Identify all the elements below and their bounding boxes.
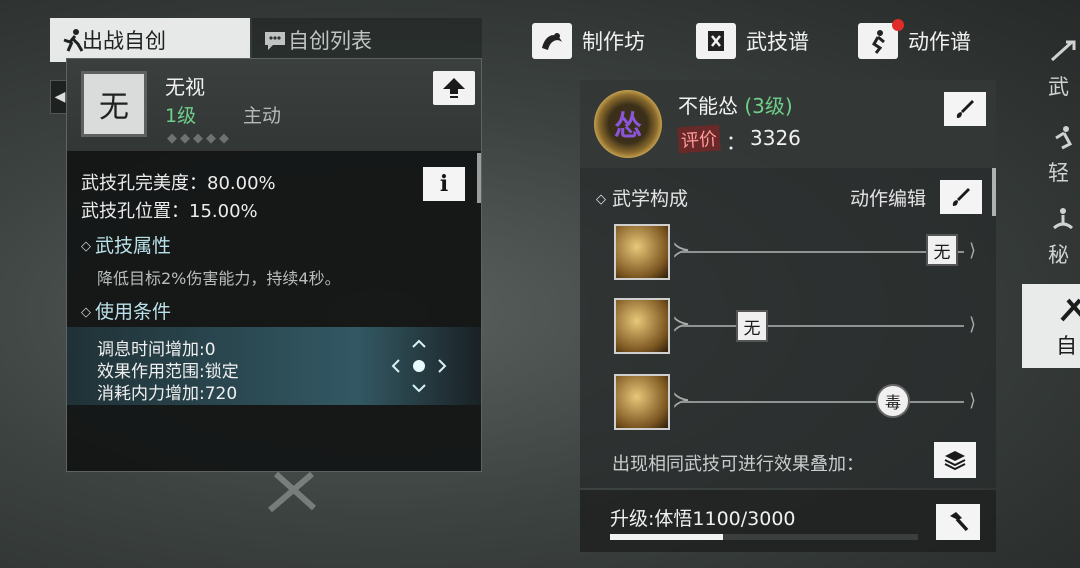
side-tab-zi[interactable]: 自 bbox=[1022, 284, 1080, 368]
info-icon: i bbox=[439, 171, 449, 197]
move-thumbnail[interactable] bbox=[614, 374, 670, 430]
lane-end-icon: ⟩ bbox=[968, 240, 976, 261]
composition-title: ◇ 武学构成 bbox=[596, 184, 688, 211]
lane-marker[interactable]: 无 bbox=[926, 234, 958, 266]
skill-level: 1级 bbox=[165, 105, 197, 127]
side-tab-mi-label: 秘 bbox=[1048, 243, 1069, 267]
action-edit-label: 动作编辑 bbox=[850, 188, 927, 210]
attr-description: 降低目标2%伤害能力，持续4秒。 bbox=[97, 269, 341, 288]
skill-name: 无视 bbox=[165, 75, 205, 99]
upgrade-progress-fill bbox=[610, 534, 724, 540]
combo-scrollbar[interactable] bbox=[992, 168, 996, 216]
lane-track bbox=[682, 401, 964, 403]
upgrade-progress bbox=[610, 534, 918, 540]
cond-section-title: 使用条件 bbox=[81, 297, 171, 324]
combo-level: (3级) bbox=[744, 94, 793, 118]
skill-icon: 无 bbox=[81, 71, 147, 137]
workshop-button[interactable]: 制作坊 bbox=[532, 22, 645, 60]
stack-button[interactable] bbox=[934, 442, 976, 478]
custom-move-icon bbox=[1060, 298, 1080, 322]
lane-end-icon: ⟩ bbox=[968, 390, 976, 411]
side-tab-wu[interactable]: 武 bbox=[1048, 38, 1080, 101]
combo-lane[interactable]: ≻ ⟩ 无 bbox=[614, 224, 976, 280]
notification-dot bbox=[892, 19, 904, 31]
conditions-panel: 调息时间增加:0 效果作用范围:锁定 消耗内力增加:720 bbox=[67, 327, 481, 405]
combo-lane[interactable]: ≻ ⟩ 毒 bbox=[614, 374, 976, 430]
lane-end-icon: ⟩ bbox=[968, 314, 976, 335]
stack-hint: 出现相同武技可进行效果叠加： bbox=[612, 454, 864, 475]
tab-battle-custom-label: 出战自创 bbox=[82, 29, 166, 53]
upgrade-button[interactable] bbox=[936, 504, 980, 540]
skill-stars: ◆◆◆◆◆ bbox=[167, 131, 232, 146]
meditate-icon bbox=[1053, 208, 1073, 230]
martial-pose-icon bbox=[63, 29, 84, 52]
chat-bubble-icon bbox=[265, 32, 285, 50]
scroll-icon bbox=[696, 23, 736, 59]
perfection-text: 武技孔完美度：80.00% bbox=[81, 173, 276, 194]
combo-name-text: 不能怂 bbox=[678, 94, 738, 118]
side-tab-qing-label: 轻 bbox=[1048, 161, 1069, 185]
action-scroll-button[interactable]: 动作谱 bbox=[858, 19, 971, 60]
tab-battle-custom[interactable]: 出战自创 bbox=[50, 18, 250, 62]
skill-scroll-button[interactable]: 武技谱 bbox=[696, 22, 809, 60]
diamond-bullet-icon: ◇ bbox=[596, 192, 606, 207]
combo-lane[interactable]: ≻ ⟩ 无 bbox=[614, 298, 976, 354]
rename-button[interactable] bbox=[944, 92, 986, 126]
lane-marker[interactable]: 毒 bbox=[876, 384, 910, 418]
upload-icon bbox=[443, 78, 465, 98]
upgrade-text: 升级:体悟1100/3000 bbox=[610, 508, 796, 530]
position-text: 武技孔位置：15.00% bbox=[81, 201, 258, 222]
combo-name: 不能怂 (3级) bbox=[678, 90, 793, 119]
brush-icon bbox=[956, 100, 974, 118]
crossed-swords-emblem-icon bbox=[268, 471, 317, 513]
move-thumbnail[interactable] bbox=[614, 298, 670, 354]
popup-header: 无 无视 1级 主动 ◆◆◆◆◆ bbox=[67, 59, 481, 151]
move-thumbnail[interactable] bbox=[614, 224, 670, 280]
rating-value: 3326 bbox=[750, 126, 801, 150]
rating-separator: ： bbox=[726, 130, 746, 154]
tab-custom-list[interactable]: 自创列表 bbox=[252, 18, 482, 62]
info-button[interactable]: i bbox=[423, 167, 465, 201]
target-lock-icon bbox=[391, 339, 447, 393]
layers-icon bbox=[944, 451, 966, 471]
lane-track bbox=[682, 251, 964, 253]
rating-label: 评价 bbox=[677, 124, 721, 154]
action-edit-button[interactable] bbox=[940, 180, 982, 214]
jump-icon bbox=[1055, 126, 1073, 150]
skill-type: 主动 bbox=[243, 105, 282, 127]
sword-icon bbox=[1050, 40, 1076, 62]
workshop-icon bbox=[532, 23, 572, 59]
side-tab-wu-label: 武 bbox=[1048, 75, 1069, 99]
side-tab-zi-label: 自 bbox=[1056, 334, 1077, 358]
side-tab-mi[interactable]: 秘 bbox=[1048, 206, 1080, 269]
cond-line: 消耗内力增加:720 bbox=[97, 384, 238, 404]
hammer-icon bbox=[950, 512, 969, 532]
side-tab-qing[interactable]: 轻 bbox=[1048, 124, 1080, 187]
skill-detail-popup: 无 无视 1级 主动 ◆◆◆◆◆ 武技孔完美度：80.00% 武技孔位置：15.… bbox=[66, 58, 482, 472]
workshop-label: 制作坊 bbox=[582, 30, 645, 54]
share-button[interactable] bbox=[433, 71, 475, 105]
combo-medal: 怂 bbox=[594, 90, 662, 158]
popup-scrollbar[interactable] bbox=[477, 153, 481, 203]
tab-custom-list-label: 自创列表 bbox=[288, 29, 372, 53]
action-icon bbox=[858, 19, 904, 59]
brush-icon bbox=[952, 188, 970, 206]
lane-marker[interactable]: 无 bbox=[736, 310, 768, 342]
composition-title-text: 武学构成 bbox=[612, 188, 689, 210]
upgrade-panel: 升级:体悟1100/3000 bbox=[580, 490, 996, 552]
action-scroll-label: 动作谱 bbox=[908, 30, 971, 54]
combo-header: 怂 不能怂 (3级) 评价 ： 3326 bbox=[580, 80, 996, 168]
skill-scroll-label: 武技谱 bbox=[746, 30, 809, 54]
attr-section-title: 武技属性 bbox=[81, 231, 171, 258]
combo-panel: 怂 不能怂 (3级) 评价 ： 3326 ◇ 武学构成 动作编辑 ≻ ⟩ 无 ≻… bbox=[580, 80, 996, 488]
lane-track bbox=[682, 325, 964, 327]
